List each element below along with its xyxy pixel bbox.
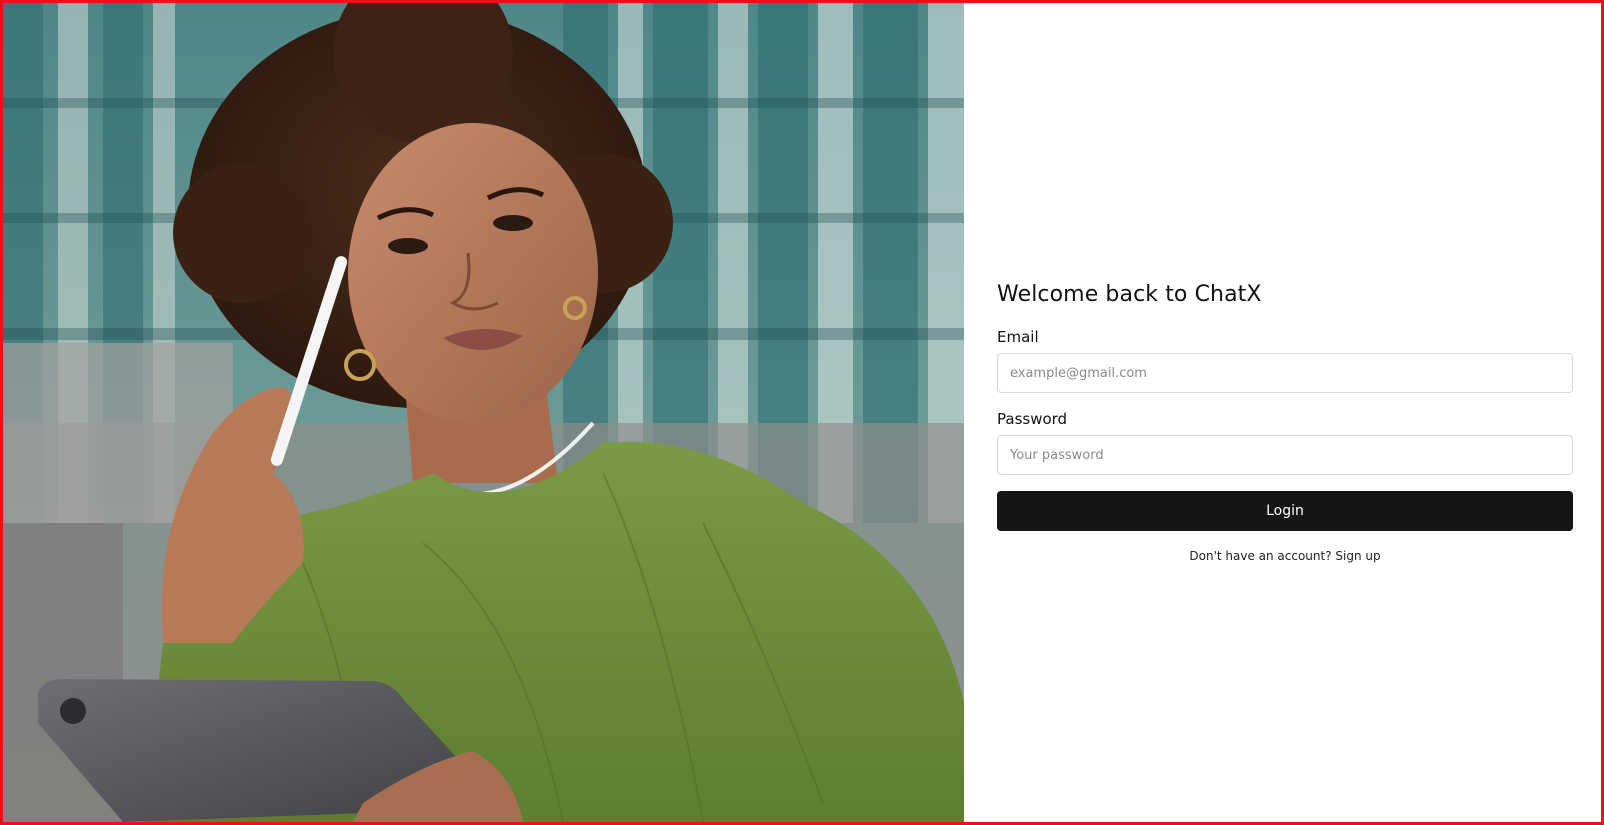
signup-prompt: Don't have an account? [1189,549,1336,563]
password-label: Password [997,410,1068,428]
signup-row: Don't have an account? Sign up [997,547,1573,565]
login-form: Welcome back to ChatX Email Password Log… [997,275,1573,565]
login-panel: Welcome back to ChatX Email Password Log… [964,3,1601,822]
email-field[interactable] [997,353,1573,393]
app-window: Welcome back to ChatX Email Password Log… [0,0,1604,825]
page-title: Welcome back to ChatX [997,282,1262,307]
hero-photo-illustration [3,3,964,822]
signup-link[interactable]: Sign up [1335,549,1380,563]
password-field[interactable] [997,435,1573,475]
login-button[interactable]: Login [997,491,1573,531]
hero-photo [3,3,964,822]
email-label: Email [997,328,1039,346]
